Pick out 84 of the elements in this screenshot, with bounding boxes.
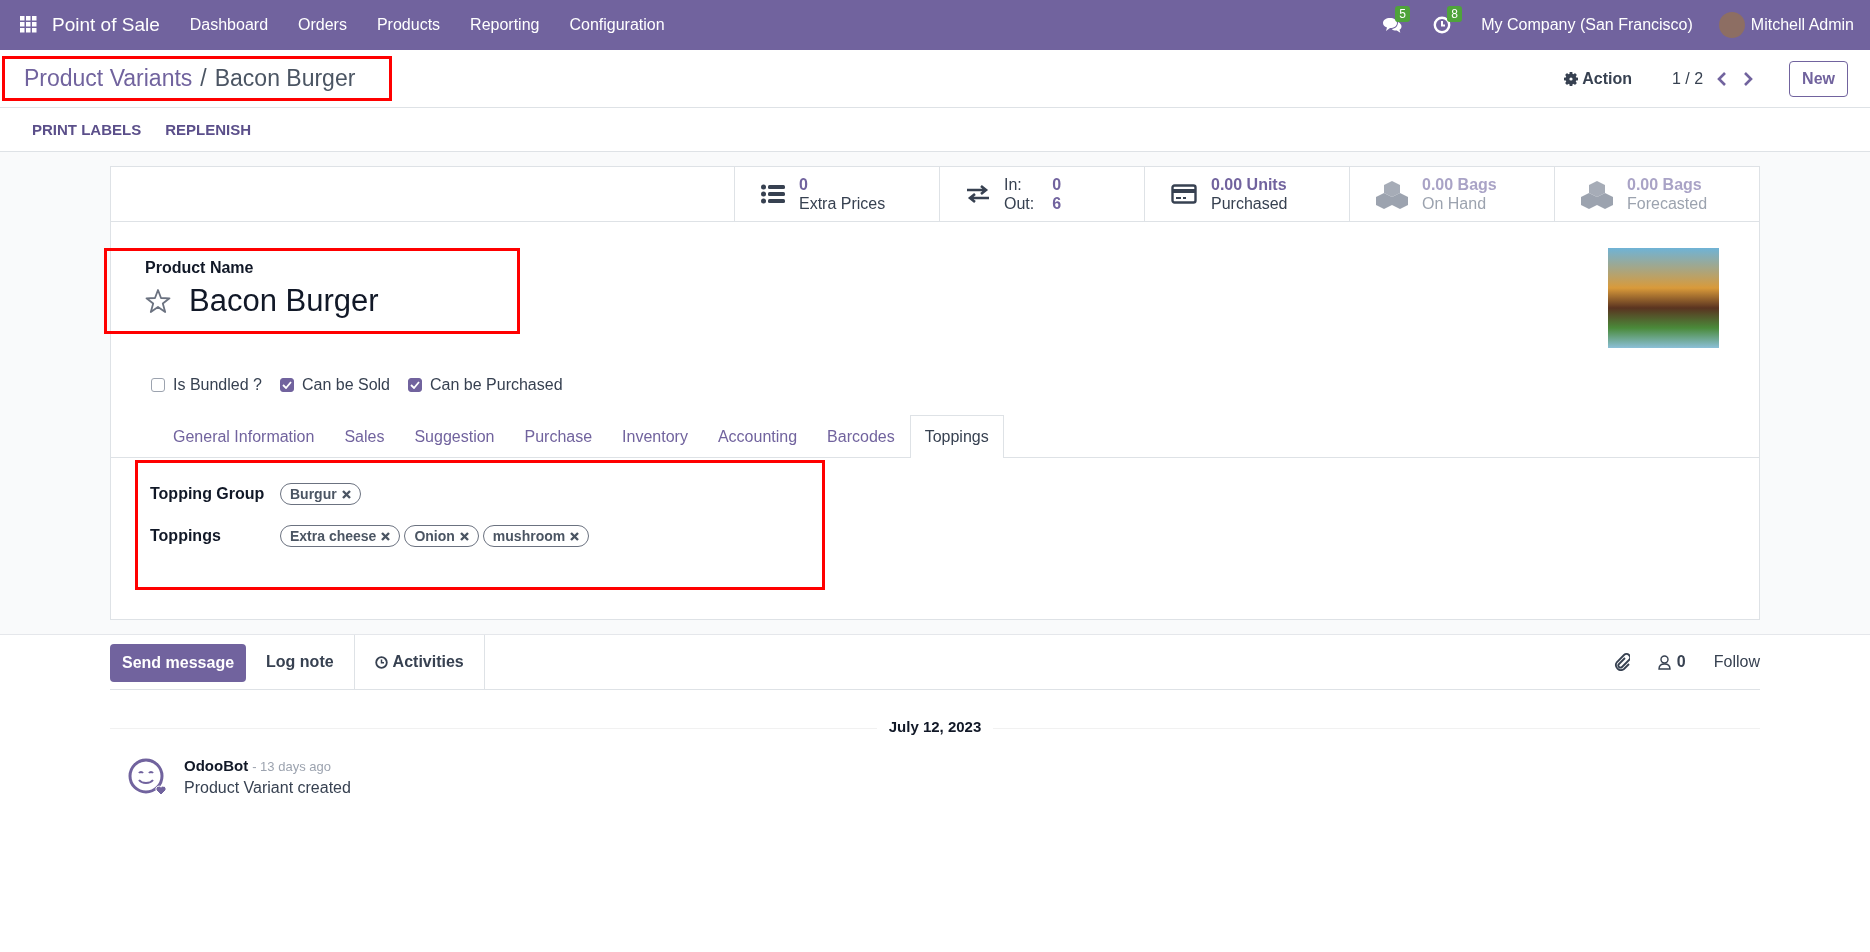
stat-label: On Hand [1422,194,1488,213]
chatter-button[interactable]: Send message [110,644,247,682]
tag-label: Extra cheese [290,528,377,544]
checkbox[interactable] [408,378,422,392]
menu-item[interactable]: Reporting [470,16,540,34]
stat-value: 0 [1052,175,1062,194]
message-body: Product Variant created [184,779,351,797]
header-button[interactable]: REPLENISH [153,121,264,138]
stat-label: Extra Prices [799,194,886,213]
remove-icon[interactable] [570,531,580,541]
checkbox[interactable] [279,378,294,392]
action-menu-button[interactable]: Action [1564,69,1632,88]
app-name[interactable]: Point of Sale [52,14,160,36]
stat-label: Forecasted [1627,194,1708,213]
clock-icon [374,655,388,669]
chatter-button[interactable]: Log note [246,635,354,689]
field-label: Topping Group [150,485,266,503]
cubes-icon [1376,179,1408,209]
smiley-avatar-icon [128,757,168,797]
stat-value: 0.00 Bags [1627,175,1703,194]
field-label: Toppings [150,527,222,545]
check-icon [410,381,420,389]
check-icon [281,381,292,389]
product-photo-placeholder[interactable] [1608,248,1719,348]
checkbox[interactable] [151,378,165,392]
checkbox-label: Can be Sold [301,376,390,394]
tab[interactable]: General Information [158,415,330,458]
clock-icon [1433,16,1452,34]
new-button[interactable]: New [1789,60,1848,97]
chat-icon [1381,16,1404,34]
previous-icon[interactable] [1717,71,1728,86]
message-count-badge: 5 [1395,6,1410,22]
field-label: Product Name [145,259,254,277]
remove-icon[interactable] [341,489,351,499]
tag-label: Onion [414,528,455,544]
stat-value: 0.00 Units [1211,175,1288,194]
activity-count-badge: 8 [1447,6,1462,22]
stat-value: 6 [1052,194,1062,213]
chatter-button[interactable]: Activities [353,635,485,689]
follow-button[interactable]: Follow [1713,653,1760,671]
tab[interactable]: Sales [329,415,400,458]
remove-icon[interactable] [459,531,469,541]
stat-value: 0.00 Bags [1422,175,1497,194]
transfer-arrows-icon [966,184,990,204]
tag-label: Burgur [290,486,337,502]
breadcrumb-separator: / [200,65,207,92]
gear-icon [1564,71,1579,86]
date-separator: July 12, 2023 [876,718,994,735]
next-icon[interactable] [1743,71,1754,86]
user-name[interactable]: Mitchell Admin [1750,16,1854,34]
favorite-star-icon[interactable] [145,288,171,314]
checkbox-label: Is Bundled ? [173,376,262,394]
breadcrumb-current: Bacon Burger [214,65,356,92]
tag-label: mushroom [492,528,566,544]
company-switcher[interactable]: My Company (San Francisco) [1481,16,1693,34]
message-time: - 13 days ago [252,759,331,774]
tab[interactable]: Purchase [509,415,608,458]
remove-icon[interactable] [381,531,391,541]
menu-item[interactable]: Dashboard [189,16,269,34]
breadcrumb-link[interactable]: Product Variants [24,65,193,92]
stat-label: In: [1004,175,1023,194]
tab[interactable]: Inventory [607,415,703,458]
tab[interactable]: Barcodes [812,415,910,458]
list-icon [761,184,785,204]
followers-button[interactable]: 0 [1657,635,1686,689]
product-name-field[interactable]: Bacon Burger [189,283,379,319]
message-author: OdooBot [184,757,249,774]
paperclip-icon[interactable] [1613,653,1630,671]
menu-item[interactable]: Configuration [569,16,665,34]
stat-label: Purchased [1211,194,1288,213]
tab[interactable]: Suggestion [399,415,510,458]
cubes-icon [1581,179,1613,209]
stat-value: 0 [799,175,809,194]
pager-value: 1 / 2 [1671,69,1704,88]
menu-item[interactable]: Orders [298,16,347,34]
menu-item[interactable]: Products [376,16,441,34]
user-icon [1657,654,1671,670]
stat-label: Out: [1004,194,1035,213]
header-button[interactable]: PRINT LABELS [20,121,154,138]
tab[interactable]: Accounting [702,415,813,458]
checkbox-label: Can be Purchased [430,376,563,394]
credit-card-icon [1171,184,1197,204]
tab[interactable]: Toppings [909,415,1004,458]
apps-menu-icon[interactable] [20,16,38,34]
